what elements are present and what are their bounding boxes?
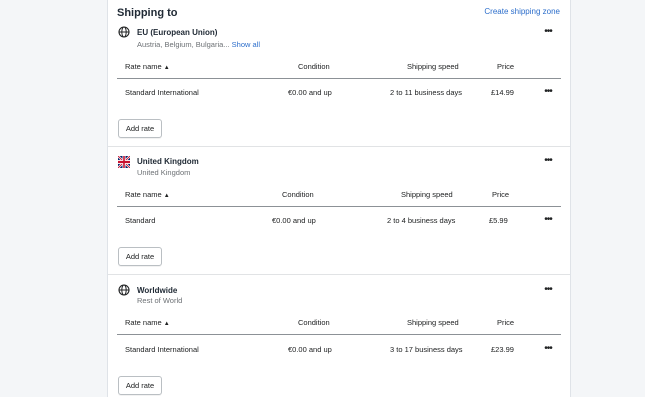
zone-name: EU (European Union) [137, 28, 218, 37]
header-divider [117, 206, 561, 207]
header-divider [117, 78, 561, 79]
globe-icon [118, 284, 130, 296]
speed-cell: 2 to 11 business days [390, 88, 462, 97]
speed-cell: 3 to 17 business days [390, 345, 463, 354]
header-condition: Condition [298, 62, 330, 71]
header-rate-name-label: Rate name [125, 62, 162, 71]
header-condition: Condition [298, 318, 330, 327]
rate-more-actions-button[interactable]: ••• [541, 87, 555, 97]
header-rate-name[interactable]: Rate name ▲ [125, 318, 170, 327]
header-price: Price [492, 190, 510, 199]
zone-countries: United Kingdom [137, 168, 191, 177]
condition-cell: €0.00 and up [288, 88, 332, 97]
rate-name-cell: Standard [125, 216, 156, 225]
card-title: Shipping to [117, 7, 178, 19]
price-cell: £5.99 [489, 216, 508, 225]
add-rate-button[interactable]: Add rate [118, 119, 162, 138]
header-rate-name[interactable]: Rate name ▲ [125, 190, 170, 199]
uk-flag-icon [118, 156, 130, 168]
zone-countries: Austria, Belgium, Bulgaria... Show all [137, 40, 260, 49]
add-rate-button[interactable]: Add rate [118, 376, 162, 395]
rate-name-cell: Standard International [125, 345, 199, 354]
zone-divider [108, 274, 570, 275]
price-cell: £23.99 [491, 345, 514, 354]
speed-cell: 2 to 4 business days [387, 216, 456, 225]
zone-countries: Rest of World [137, 296, 183, 305]
add-rate-button[interactable]: Add rate [118, 247, 162, 266]
zone-more-actions-button[interactable]: ••• [541, 156, 555, 166]
header-price: Price [497, 318, 515, 327]
condition-cell: €0.00 and up [272, 216, 316, 225]
rate-name-cell: Standard International [125, 88, 199, 97]
header-rate-name[interactable]: Rate name ▲ [125, 62, 170, 71]
header-rate-name-label: Rate name [125, 190, 162, 199]
zone-countries-text: Austria, Belgium, Bulgaria... [137, 40, 230, 49]
condition-cell: €0.00 and up [288, 345, 332, 354]
sort-ascending-icon: ▲ [163, 193, 170, 199]
globe-icon [118, 26, 130, 38]
header-condition: Condition [282, 190, 314, 199]
price-cell: £14.99 [491, 88, 514, 97]
sort-ascending-icon: ▲ [163, 321, 170, 327]
rate-more-actions-button[interactable]: ••• [541, 215, 555, 225]
header-price: Price [497, 62, 515, 71]
zone-divider [108, 146, 570, 147]
shipping-card: Shipping to Create shipping zone EU (Eur… [107, 0, 571, 397]
create-shipping-zone-link[interactable]: Create shipping zone [484, 7, 560, 16]
zone-name: Worldwide [137, 286, 178, 295]
header-rate-name-label: Rate name [125, 318, 162, 327]
header-shipping-speed: Shipping speed [407, 318, 459, 327]
zone-more-actions-button[interactable]: ••• [541, 27, 555, 37]
header-divider [117, 334, 561, 335]
rate-more-actions-button[interactable]: ••• [541, 344, 555, 354]
sort-ascending-icon: ▲ [163, 65, 170, 71]
show-all-link[interactable]: Show all [232, 40, 260, 49]
header-shipping-speed: Shipping speed [407, 62, 459, 71]
zone-more-actions-button[interactable]: ••• [541, 285, 555, 295]
card-header: Shipping to Create shipping zone [117, 7, 560, 21]
header-shipping-speed: Shipping speed [401, 190, 453, 199]
zone-name: United Kingdom [137, 157, 199, 166]
